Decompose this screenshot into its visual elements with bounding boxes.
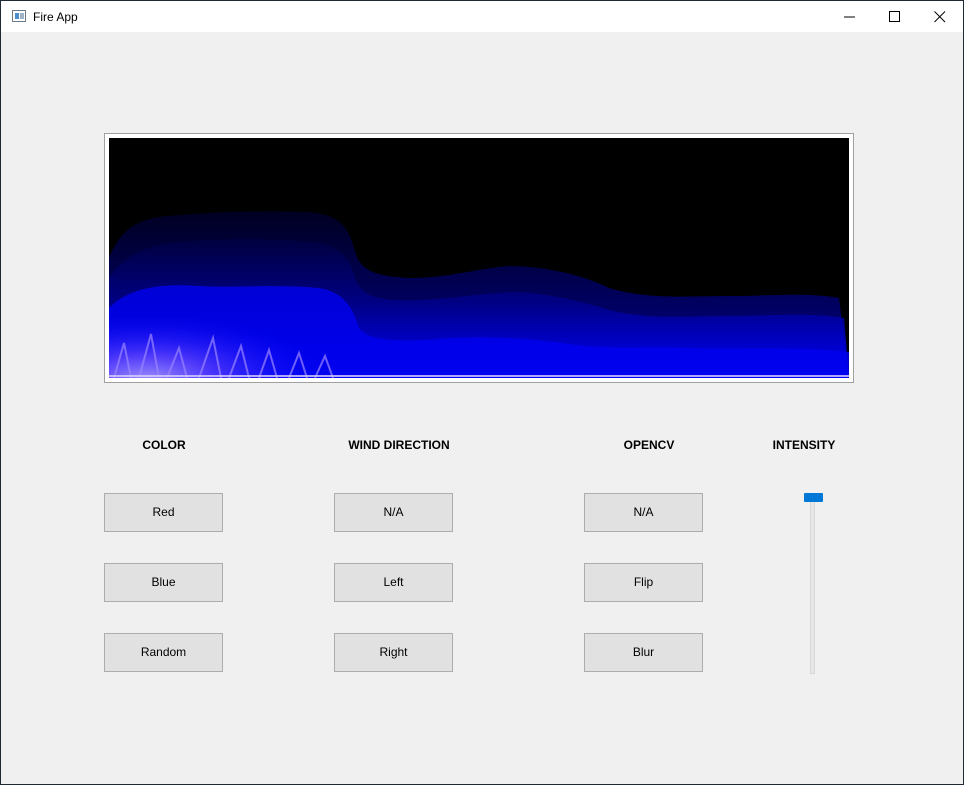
opencv-flip-button[interactable]: Flip (584, 563, 703, 602)
app-icon (12, 10, 26, 22)
minimize-icon (844, 16, 855, 18)
intensity-header: INTENSITY (772, 438, 836, 452)
color-blue-button[interactable]: Blue (104, 563, 223, 602)
fire-display (109, 138, 849, 378)
app-window: Fire App COLOR WIND DIRECTION OPENCV INT… (0, 0, 964, 785)
minimize-button[interactable] (827, 1, 873, 32)
opencv-blur-button[interactable]: Blur (584, 633, 703, 672)
opencv-none-button[interactable]: N/A (584, 493, 703, 532)
fire-flames (109, 211, 849, 378)
maximize-icon (889, 11, 900, 22)
intensity-slider-handle[interactable] (804, 493, 823, 502)
color-header: COLOR (142, 438, 186, 452)
color-red-button[interactable]: Red (104, 493, 223, 532)
title-bar[interactable]: Fire App (1, 1, 963, 32)
close-icon (934, 11, 946, 23)
maximize-button[interactable] (872, 1, 918, 32)
wind-right-button[interactable]: Right (334, 633, 453, 672)
window-title: Fire App (33, 10, 78, 24)
intensity-slider-track[interactable] (810, 497, 815, 674)
close-button[interactable] (917, 1, 963, 32)
opencv-header: OPENCV (623, 438, 675, 452)
wind-none-button[interactable]: N/A (334, 493, 453, 532)
wind-direction-header: WIND DIRECTION (348, 438, 450, 452)
color-random-button[interactable]: Random (104, 633, 223, 672)
fire-display-frame (104, 133, 854, 383)
wind-left-button[interactable]: Left (334, 563, 453, 602)
